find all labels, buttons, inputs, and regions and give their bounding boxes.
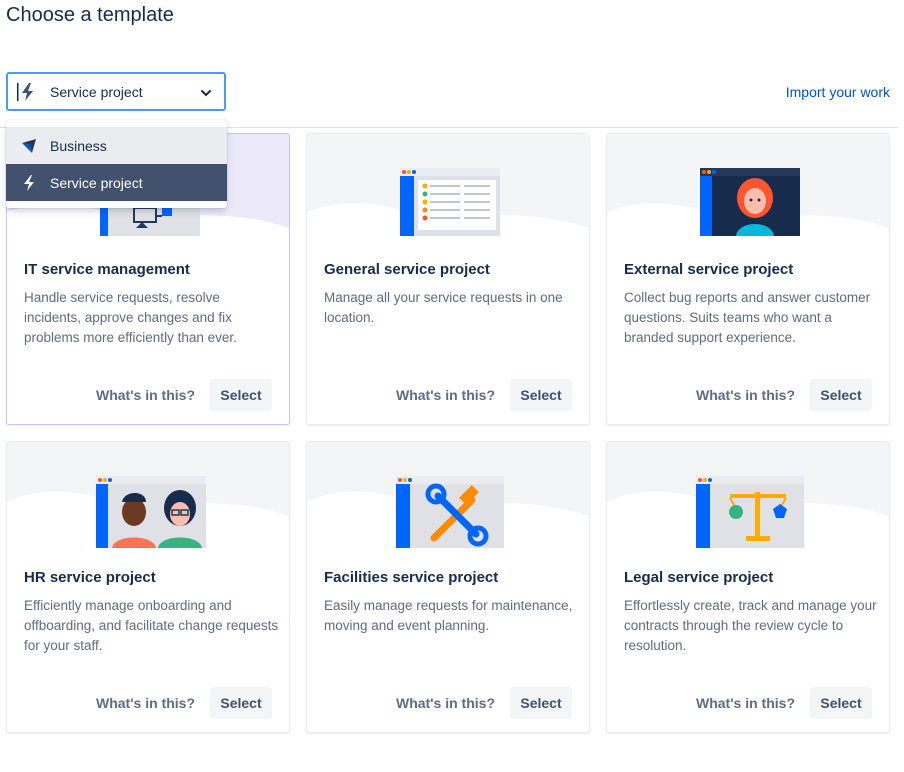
template-card-general-service[interactable]: General service project Manage all your … (306, 133, 590, 425)
template-card-external-service[interactable]: External service project Collect bug rep… (606, 133, 890, 425)
select-button[interactable]: Select (210, 687, 272, 719)
hr-service-illustration (96, 476, 206, 548)
template-category-menu: Business Service project (6, 120, 227, 208)
service-project-bolt-icon (16, 81, 38, 103)
card-description: Effortlessly create, track and manage yo… (624, 598, 877, 653)
business-flag-icon (20, 137, 38, 155)
chevron-down-icon (200, 86, 212, 104)
whats-in-this-button[interactable]: What's in this? (96, 695, 195, 711)
card-title: HR service project (24, 569, 156, 586)
card-title: Facilities service project (324, 569, 499, 586)
menu-item-service-project[interactable]: Service project (6, 164, 227, 201)
import-your-work-link[interactable]: Import your work (786, 84, 890, 100)
general-service-illustration (400, 168, 500, 236)
card-title: General service project (324, 261, 490, 278)
template-card-hr-service[interactable]: HR service project Efficiently manage on… (6, 441, 290, 733)
menu-item-label: Service project (50, 174, 143, 191)
card-description: Efficiently manage onboarding and offboa… (24, 598, 279, 653)
whats-in-this-button[interactable]: What's in this? (696, 695, 795, 711)
whats-in-this-button[interactable]: What's in this? (696, 387, 795, 403)
whats-in-this-button[interactable]: What's in this? (396, 695, 495, 711)
card-title: Legal service project (624, 569, 774, 586)
template-category-select[interactable]: Service project (6, 72, 226, 111)
card-description: Easily manage requests for maintenance, … (324, 598, 573, 633)
select-button[interactable]: Select (510, 687, 572, 719)
template-card-legal-service[interactable]: Legal service project Effortlessly creat… (606, 441, 890, 733)
template-card-facilities-service[interactable]: Facilities service project Easily manage… (306, 441, 590, 733)
legal-service-illustration (696, 476, 804, 548)
card-description: Manage all your service requests in one … (324, 290, 563, 325)
select-button[interactable]: Select (810, 687, 872, 719)
card-description: Handle service requests, resolve inciden… (24, 290, 237, 345)
service-project-bolt-icon (20, 174, 38, 192)
external-service-illustration (700, 168, 800, 236)
menu-item-label: Business (50, 137, 107, 154)
card-title: IT service management (24, 261, 190, 278)
menu-item-business[interactable]: Business (6, 127, 227, 164)
whats-in-this-button[interactable]: What's in this? (396, 387, 495, 403)
whats-in-this-button[interactable]: What's in this? (96, 387, 195, 403)
card-description: Collect bug reports and answer customer … (624, 290, 871, 345)
facilities-service-illustration (396, 476, 504, 548)
template-category-value: Service project (50, 83, 143, 100)
card-title: External service project (624, 261, 794, 278)
select-button[interactable]: Select (210, 379, 272, 411)
page-title: Choose a template (6, 4, 174, 26)
select-button[interactable]: Select (510, 379, 572, 411)
select-button[interactable]: Select (810, 379, 872, 411)
